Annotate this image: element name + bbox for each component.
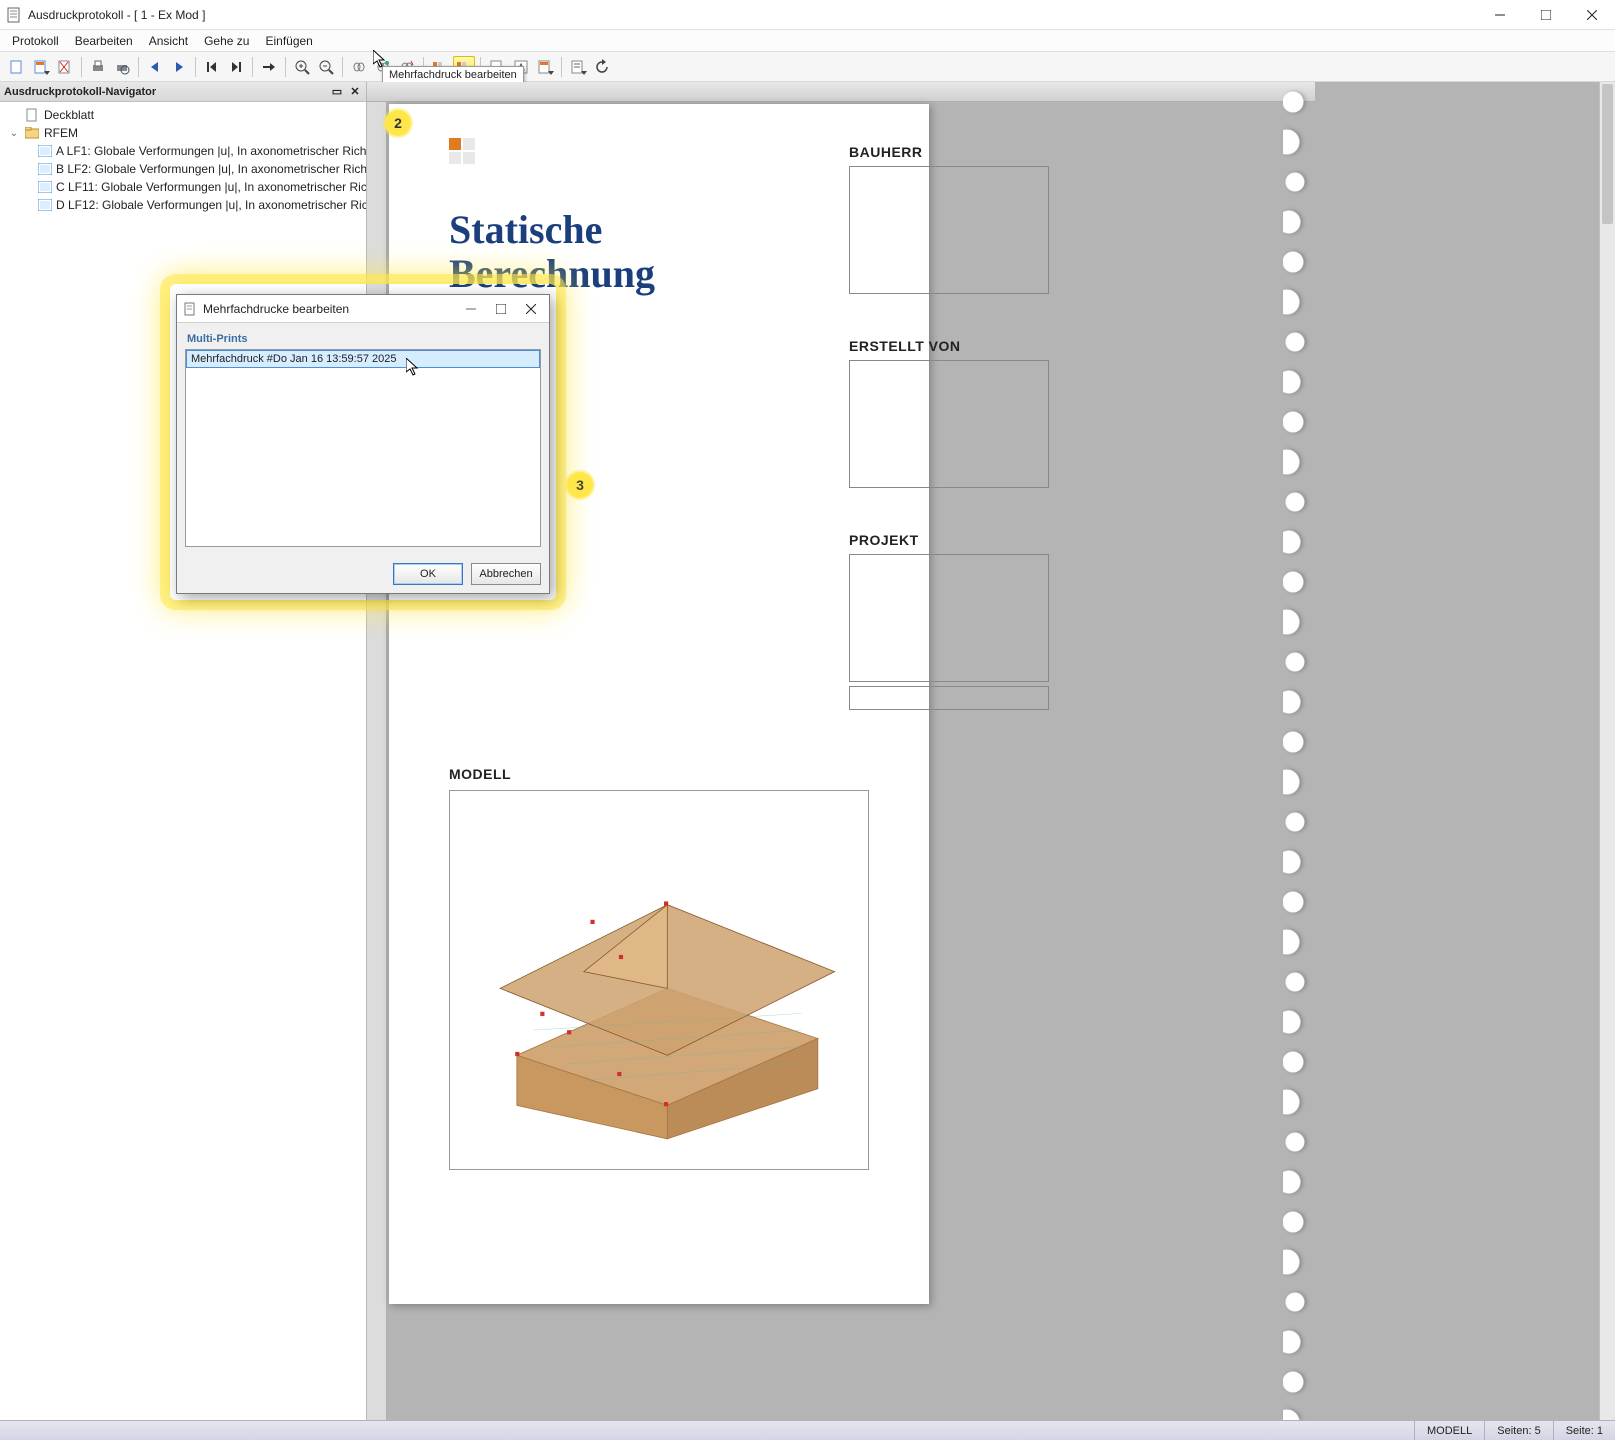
toolbar-refresh-icon[interactable]	[591, 56, 613, 78]
document-icon	[24, 108, 40, 122]
navigator-header: Ausdruckprotokoll-Navigator ▭ ✕	[0, 82, 366, 102]
toolbar-header-dropdown-icon[interactable]	[534, 56, 556, 78]
toolbar-open-dropdown-icon[interactable]	[30, 56, 52, 78]
navigator-dock-icon[interactable]: ▭	[330, 85, 344, 98]
toolbar: P	[0, 52, 1615, 82]
page-heading: Statische Berechnung	[449, 208, 869, 296]
menu-protokoll[interactable]: Protokoll	[6, 32, 65, 50]
toolbar-delete-icon[interactable]	[54, 56, 76, 78]
dialog-group-label: Multi-Prints	[185, 331, 541, 347]
tree-label: B LF2: Globale Verformungen |u|, In axon…	[56, 162, 366, 176]
status-bar: MODELL Seiten: 5 Seite: 1	[0, 1420, 1615, 1440]
tree-label: Deckblatt	[44, 108, 94, 122]
box-projekt	[849, 554, 1049, 682]
dialog-listbox[interactable]: Mehrfachdruck #Do Jan 16 13:59:57 2025	[185, 349, 541, 547]
box-modell	[449, 790, 869, 1170]
status-modell: MODELL	[1414, 1421, 1484, 1440]
window-maximize-button[interactable]	[1523, 0, 1569, 30]
dialog-title-text: Mehrfachdrucke bearbeiten	[203, 302, 349, 316]
app-icon	[6, 7, 22, 23]
toolbar-separator	[285, 57, 286, 77]
view-icon	[38, 198, 52, 212]
folder-icon	[24, 126, 40, 140]
toolbar-zoom-out-icon[interactable]	[315, 56, 337, 78]
tree-item-deckblatt[interactable]: Deckblatt	[0, 106, 366, 124]
dialog-titlebar: Mehrfachdrucke bearbeiten	[177, 295, 549, 323]
tree-item-c-lf11[interactable]: C LF11: Globale Verformungen |u|, In axo…	[0, 178, 366, 196]
toolbar-print-preview-icon[interactable]	[111, 56, 133, 78]
tree-item-b-lf2[interactable]: B LF2: Globale Verformungen |u|, In axon…	[0, 160, 366, 178]
window-minimize-button[interactable]	[1477, 0, 1523, 30]
dialog-icon	[183, 302, 197, 316]
toolbar-print-icon[interactable]	[87, 56, 109, 78]
tree-item-rfem[interactable]: ⌄ RFEM	[0, 124, 366, 142]
dialog-maximize-button[interactable]	[487, 298, 515, 320]
toolbar-separator	[252, 57, 253, 77]
tree-label: C LF11: Globale Verformungen |u|, In axo…	[56, 180, 366, 194]
toolbar-separator	[342, 57, 343, 77]
window-close-button[interactable]	[1569, 0, 1615, 30]
tree-label: A LF1: Globale Verformungen |u|, In axon…	[56, 144, 366, 158]
label-bauherr: BAUHERR	[849, 144, 1049, 160]
toolbar-last-icon[interactable]	[225, 56, 247, 78]
multiprint-dialog: Mehrfachdrucke bearbeiten Multi-Prints M…	[176, 294, 550, 594]
preview-area: Statische Berechnung BAUHERR ERSTELLT VO…	[367, 82, 1615, 1420]
toolbar-goto-icon[interactable]	[258, 56, 280, 78]
box-projekt-small	[849, 686, 1049, 710]
navigator-title: Ausdruckprotokoll-Navigator	[4, 86, 156, 98]
toolbar-prev-icon[interactable]	[144, 56, 166, 78]
label-erstellt: ERSTELLT VON	[849, 338, 1049, 354]
preview-gutter	[367, 82, 387, 1420]
toolbar-link-1-icon[interactable]	[348, 56, 370, 78]
callout-badge-3: 3	[567, 472, 593, 498]
toolbar-separator	[138, 57, 139, 77]
model-3d-view	[450, 791, 868, 1169]
menu-einfuegen[interactable]: Einfügen	[259, 32, 318, 50]
list-item[interactable]: Mehrfachdruck #Do Jan 16 13:59:57 2025	[186, 350, 540, 368]
toolbar-new-icon[interactable]	[6, 56, 28, 78]
toolbar-settings-dropdown-icon[interactable]	[567, 56, 589, 78]
tree-label: RFEM	[44, 126, 78, 140]
menu-ansicht[interactable]: Ansicht	[143, 32, 194, 50]
preview-page: Statische Berechnung BAUHERR ERSTELLT VO…	[389, 104, 929, 1304]
view-icon	[38, 144, 52, 158]
status-pages: Seiten: 5	[1484, 1421, 1552, 1440]
window-title: Ausdruckprotokoll - [ 1 - Ex Mod ]	[28, 8, 205, 22]
label-modell: MODELL	[449, 766, 869, 782]
tree-item-d-lf12[interactable]: D LF12: Globale Verformungen |u|, In axo…	[0, 196, 366, 214]
ok-button[interactable]: OK	[393, 563, 463, 585]
toolbar-first-icon[interactable]	[201, 56, 223, 78]
toolbar-zoom-in-icon[interactable]	[291, 56, 313, 78]
tree-collapse-icon[interactable]: ⌄	[8, 128, 20, 139]
view-icon	[38, 162, 52, 176]
toolbar-separator	[195, 57, 196, 77]
page-logo	[449, 138, 477, 166]
label-projekt: PROJEKT	[849, 532, 1049, 548]
navigator-close-icon[interactable]: ✕	[348, 85, 362, 98]
menu-gehe-zu[interactable]: Gehe zu	[198, 32, 255, 50]
window-titlebar: Ausdruckprotokoll - [ 1 - Ex Mod ]	[0, 0, 1615, 30]
tree-item-a-lf1[interactable]: A LF1: Globale Verformungen |u|, In axon…	[0, 142, 366, 160]
dialog-close-button[interactable]	[517, 298, 545, 320]
torn-overlay	[1315, 82, 1615, 1420]
cancel-button[interactable]: Abbrechen	[471, 563, 541, 585]
dialog-minimize-button[interactable]	[457, 298, 485, 320]
toolbar-next-icon[interactable]	[168, 56, 190, 78]
scrollbar-thumb[interactable]	[1602, 84, 1613, 224]
menu-bearbeiten[interactable]: Bearbeiten	[69, 32, 139, 50]
box-bauherr	[849, 166, 1049, 294]
box-erstellt	[849, 360, 1049, 488]
navigator-panel: Ausdruckprotokoll-Navigator ▭ ✕ Deckblat…	[0, 82, 367, 1420]
toolbar-separator	[561, 57, 562, 77]
tree-label: D LF12: Globale Verformungen |u|, In axo…	[56, 198, 366, 212]
menu-bar: Protokoll Bearbeiten Ansicht Gehe zu Ein…	[0, 30, 1615, 52]
callout-badge-2: 2	[385, 110, 411, 136]
view-icon	[38, 180, 52, 194]
toolbar-separator	[81, 57, 82, 77]
status-current-page: Seite: 1	[1553, 1421, 1615, 1440]
scrollbar-vertical[interactable]	[1599, 82, 1615, 1420]
